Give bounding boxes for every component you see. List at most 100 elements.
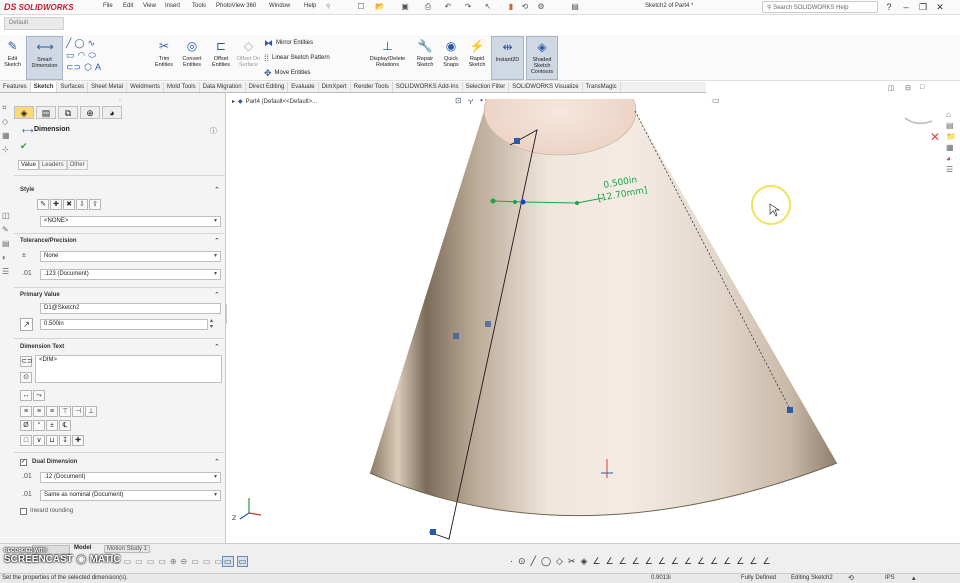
- tab-surfaces[interactable]: Surfaces: [57, 82, 89, 92]
- subtab-value[interactable]: Value: [18, 160, 39, 170]
- relation-icon[interactable]: ∠: [671, 556, 679, 567]
- countersink-symbol-icon[interactable]: ∨: [33, 435, 45, 446]
- relation-icon[interactable]: ∠: [592, 556, 600, 567]
- relation-marker-1[interactable]: [453, 333, 459, 339]
- tab-dimxpert[interactable]: DimXpert: [319, 82, 351, 92]
- polygon-icon[interactable]: ◇: [556, 556, 563, 567]
- instant2d-button[interactable]: ⇹ Instant2D: [491, 36, 524, 80]
- align-bottom-icon[interactable]: ⊥: [85, 406, 97, 417]
- dimension-point-4[interactable]: [575, 201, 579, 205]
- frame-icon[interactable]: ▭: [147, 557, 155, 566]
- rebuild-icon[interactable]: ⟲: [520, 2, 530, 12]
- tab-weldments[interactable]: Weldments: [127, 82, 164, 92]
- display-delete-relations-button[interactable]: ⊥ Display/Delete Relations: [364, 36, 411, 80]
- dimension-name-field[interactable]: D1@Sketch2: [40, 303, 221, 314]
- tab-selection-filter[interactable]: Selection Filter: [463, 82, 510, 92]
- align-left-icon[interactable]: ≡: [20, 406, 32, 417]
- depth-symbol-icon[interactable]: ↧: [59, 435, 71, 446]
- help-icon[interactable]: ?: [883, 1, 895, 13]
- subtab-other[interactable]: Other: [66, 160, 88, 170]
- relation-icon[interactable]: ∠: [606, 556, 614, 567]
- relation-icon[interactable]: ∠: [736, 556, 744, 567]
- apply-style-icon[interactable]: ✎: [37, 199, 49, 210]
- rebuild-status-icon[interactable]: ⟲: [848, 574, 854, 582]
- menu-help[interactable]: Help: [304, 3, 316, 9]
- restore-button[interactable]: ❐: [917, 1, 929, 13]
- polygon-icon[interactable]: ⬡: [84, 62, 92, 73]
- tab-direct-editing[interactable]: Direct Editing: [246, 82, 289, 92]
- menu-insert[interactable]: Insert: [165, 3, 180, 9]
- arc-leader-icon[interactable]: ⤳: [33, 390, 45, 401]
- subtab-leaders[interactable]: Leaders: [38, 160, 67, 170]
- endpoint-marker-top[interactable]: [514, 138, 520, 144]
- search-field[interactable]: ⚲ Search SOLIDWORKS Help: [762, 1, 878, 13]
- configuration-manager-tab-icon[interactable]: ⧉: [58, 106, 78, 119]
- frame-icon[interactable]: ▭: [236, 556, 249, 567]
- menu-tools[interactable]: Tools: [192, 3, 206, 9]
- undo-icon[interactable]: ↶: [443, 2, 453, 12]
- convert-entities-button[interactable]: ◎ Convert Entities: [178, 36, 206, 80]
- line-icon[interactable]: ╱: [66, 38, 71, 49]
- circle-icon[interactable]: ◯: [74, 38, 84, 49]
- spline-icon[interactable]: ∿: [88, 38, 96, 49]
- align-top-icon[interactable]: ⊤: [59, 406, 71, 417]
- align-center-icon[interactable]: ≡: [33, 406, 45, 417]
- options-gear-icon[interactable]: ⚙: [536, 2, 546, 12]
- frame-icon[interactable]: ▭: [158, 557, 166, 566]
- shaded-sketch-contours-button[interactable]: ◈ Shaded Sketch Contours: [526, 36, 558, 80]
- endpoint-marker-bottom[interactable]: [430, 529, 436, 535]
- smart-dimension-button[interactable]: ⟷ Smart Dimension: [26, 36, 63, 80]
- menu-edit[interactable]: Edit: [123, 3, 133, 9]
- tolerance-type-dropdown[interactable]: None ▾: [40, 251, 221, 262]
- collapse-chevron-icon[interactable]: ⌃: [214, 237, 220, 245]
- leader-icon[interactable]: ↔: [20, 390, 32, 401]
- convert-icon[interactable]: ◈: [581, 556, 588, 567]
- precision-dropdown[interactable]: .123 (Document) ▾: [40, 269, 221, 280]
- style-dropdown[interactable]: <NONE> ▾: [40, 216, 221, 227]
- collapse-chevron-icon[interactable]: ⌃: [214, 186, 220, 194]
- new-document-icon[interactable]: ☐: [356, 2, 366, 12]
- menu-window[interactable]: Window: [269, 3, 290, 9]
- slot-icon[interactable]: ⊂⊃: [66, 62, 81, 73]
- repair-sketch-button[interactable]: 🔧 Repair Sketch: [413, 36, 437, 80]
- print-icon[interactable]: ⎙: [423, 2, 433, 12]
- dimension-point-2[interactable]: [513, 200, 517, 204]
- relation-icon[interactable]: ∠: [645, 556, 653, 567]
- confirmation-corner[interactable]: ✕: [904, 117, 940, 144]
- property-manager-tab-icon[interactable]: ▤: [36, 106, 56, 119]
- centerline-symbol-icon[interactable]: ℄: [59, 420, 71, 431]
- zoom-out-icon[interactable]: ⊖: [181, 557, 188, 566]
- relation-icon[interactable]: ∠: [658, 556, 666, 567]
- circle-icon[interactable]: ⊙: [518, 556, 526, 567]
- close-button[interactable]: ✕: [934, 1, 946, 13]
- point-icon[interactable]: ·: [510, 556, 513, 567]
- list-icon[interactable]: ☰: [2, 267, 12, 277]
- degree-symbol-icon[interactable]: °: [33, 420, 45, 431]
- plane-icon[interactable]: ◇: [2, 117, 12, 127]
- status-units[interactable]: IPS: [885, 575, 895, 581]
- tab-features[interactable]: Features: [0, 82, 31, 92]
- primary-value-field[interactable]: 0.500in: [40, 319, 208, 330]
- offset-entities-button[interactable]: ⊏ Offset Entities: [207, 36, 235, 80]
- relation-icon[interactable]: ∠: [762, 556, 770, 567]
- tab-mold-tools[interactable]: Mold Tools: [164, 82, 200, 92]
- tab-render-tools[interactable]: Render Tools: [351, 82, 393, 92]
- save-style-icon[interactable]: ⇩: [76, 199, 88, 210]
- arc-icon[interactable]: ◠: [78, 50, 86, 61]
- text-icon[interactable]: A: [95, 62, 101, 72]
- trim-entities-button[interactable]: ✂ Trim Entities: [150, 36, 178, 80]
- pin-icon[interactable]: ⚲: [326, 3, 330, 10]
- align-middle-icon[interactable]: ⊣: [72, 406, 84, 417]
- rapid-sketch-button[interactable]: ⚡ Rapid Sketch: [465, 36, 489, 80]
- relation-icon[interactable]: ∠: [710, 556, 718, 567]
- redo-icon[interactable]: ↷: [463, 2, 473, 12]
- text-after-icon[interactable]: ⊙: [20, 372, 32, 383]
- text-before-icon[interactable]: ⊂⊃: [20, 356, 33, 367]
- frame-icon[interactable]: ▭: [135, 557, 143, 566]
- tab-sketch[interactable]: Sketch: [30, 82, 58, 92]
- more-symbols-icon[interactable]: ✚: [72, 435, 84, 446]
- relation-icon[interactable]: ∠: [749, 556, 757, 567]
- minimize-button[interactable]: –: [900, 1, 912, 13]
- feature-icon[interactable]: ▦: [2, 131, 12, 141]
- origin-icon[interactable]: ⊹: [2, 145, 12, 155]
